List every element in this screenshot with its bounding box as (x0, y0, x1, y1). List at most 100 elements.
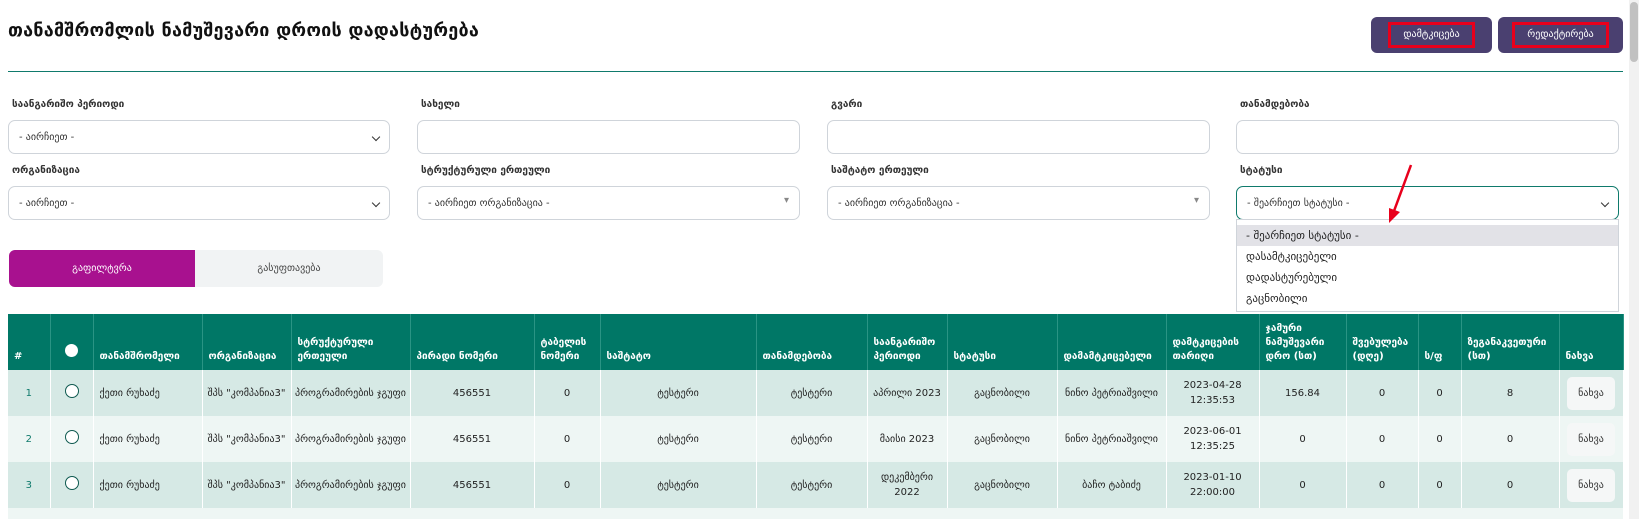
position-label: თანამდებობა (1240, 99, 1310, 110)
employee-cell: ქეთი რუხაძე (93, 416, 203, 462)
period-cell: აპრილი 2023 (867, 370, 948, 416)
tab-number-cell: 0 (534, 416, 601, 462)
edit-button[interactable]: რედაქტირება (1498, 17, 1623, 53)
status-select[interactable]: - შეარჩიეთ სტატუსი - (1236, 186, 1619, 220)
personal-number-cell: 456551 (410, 462, 535, 508)
overtime-cell: 0 (1461, 416, 1560, 462)
col-position: თანამდებობა (756, 314, 868, 370)
page-scrollbar[interactable] (1629, 0, 1639, 519)
staff-cell: ტესტერი (600, 416, 757, 462)
staff-cell: ტესტერი (600, 370, 757, 416)
approval-date-cell: 2023-06-01 12:35:25 (1166, 416, 1260, 462)
view-cell: ნახვა (1559, 416, 1624, 462)
row-select-radio[interactable] (64, 383, 79, 398)
select-all-radio[interactable] (64, 344, 78, 357)
period-select[interactable]: - აირჩიეთ - (8, 120, 390, 154)
organization-select[interactable]: - აირჩიეთ - (8, 186, 390, 220)
view-button[interactable]: ნახვა (1567, 376, 1615, 410)
header-divider (8, 71, 1623, 72)
vacation-cell: 0 (1346, 462, 1419, 508)
position-cell: ტესტერი (756, 416, 868, 462)
col-organization: ორგანიზაცია (202, 314, 292, 370)
col-sick: ს/ფ (1418, 314, 1462, 370)
period-label: საანგარიშო პერიოდი (12, 99, 125, 110)
filter-button-label: გაფილტვრა (72, 263, 132, 274)
approve-button-label: დამტკიცება (1388, 22, 1475, 48)
col-overtime: ზეგანაკვეთური (სთ) (1461, 314, 1560, 370)
position-cell: ტესტერი (756, 462, 868, 508)
organization-cell: შპს "კომპანია3" (202, 462, 292, 508)
col-select[interactable] (50, 314, 94, 370)
period-cell: დეკემბერი 2022 (867, 462, 948, 508)
row-index: 3 (8, 462, 51, 508)
staff-unit-label: საშტატო ერთეული (831, 165, 929, 176)
staff-unit-select[interactable]: - აირჩიეთ ორგანიზაცია - (827, 186, 1210, 220)
col-total-hours: ჯამური ნამუშევარი დრო (სთ) (1259, 314, 1347, 370)
col-tab-number: ტაბელის ნომერი (534, 314, 601, 370)
name-input[interactable] (417, 120, 800, 154)
status-option[interactable]: გაცნობილი (1237, 288, 1618, 309)
structural-unit-select[interactable]: - აირჩიეთ ორგანიზაცია - (417, 186, 800, 220)
row-select-cell (50, 462, 94, 508)
row-index: 2 (8, 416, 51, 462)
overtime-cell: 0 (1461, 462, 1560, 508)
personal-number-cell: 456551 (410, 416, 535, 462)
filter-button[interactable]: გაფილტვრა (9, 250, 195, 287)
table-row (8, 508, 1624, 519)
col-staff: საშტატო (600, 314, 757, 370)
employee-cell: ქეთი რუხაძე (93, 462, 203, 508)
tab-number-cell: 0 (534, 370, 601, 416)
staff-cell: ტესტერი (600, 462, 757, 508)
partial-row-cell (8, 508, 1624, 519)
overtime-cell: 8 (1461, 370, 1560, 416)
edit-button-label: რედაქტირება (1512, 22, 1609, 48)
status-option[interactable]: დასამტკიცებელი (1237, 246, 1618, 267)
clear-button-label: გასუფთავება (257, 263, 321, 274)
view-cell: ნახვა (1559, 462, 1624, 508)
status-label: სტატუსი (1240, 165, 1283, 176)
organization-cell: შპს "კომპანია3" (202, 416, 292, 462)
approval-date-cell: 2023-01-10 22:00:00 (1166, 462, 1260, 508)
col-personal-number: პირადი ნომერი (410, 314, 535, 370)
structural-unit-cell: პროგრამირების ჯგუფი (291, 462, 411, 508)
status-option[interactable]: დადასტურებული (1237, 267, 1618, 288)
status-dropdown: - შეარჩიეთ სტატუსი - დასამტკიცებელი დადა… (1236, 219, 1619, 312)
surname-label: გვარი (831, 99, 863, 110)
view-button[interactable]: ნახვა (1567, 422, 1615, 456)
surname-input[interactable] (827, 120, 1210, 154)
approver-cell: ნინო პეტრიაშვილი (1057, 416, 1167, 462)
row-select-radio[interactable] (64, 475, 79, 490)
col-index: # (8, 314, 51, 370)
employee-cell: ქეთი რუხაძე (93, 370, 203, 416)
vacation-cell: 0 (1346, 370, 1419, 416)
total-hours-cell: 0 (1259, 462, 1347, 508)
col-structural-unit: სტრუქტურული ერთეული (291, 314, 411, 370)
table-row: 2 ქეთი რუხაძე შპს "კომპანია3" პროგრამირე… (8, 416, 1624, 462)
structural-unit-label: სტრუქტურული ერთეული (421, 165, 551, 176)
approve-button[interactable]: დამტკიცება (1371, 17, 1492, 53)
table-row: 1 ქეთი რუხაძე შპს "კომპანია3" პროგრამირე… (8, 370, 1624, 416)
organization-label: ორგანიზაცია (12, 165, 80, 176)
table-row: 3 ქეთი რუხაძე შპს "კომპანია3" პროგრამირე… (8, 462, 1624, 508)
scrollbar-thumb[interactable] (1630, 2, 1638, 62)
status-cell: გაცნობილი (947, 462, 1058, 508)
col-period: საანგარიშო პერიოდი (867, 314, 948, 370)
tab-number-cell: 0 (534, 462, 601, 508)
structural-unit-cell: პროგრამირების ჯგუფი (291, 370, 411, 416)
view-cell: ნახვა (1559, 370, 1624, 416)
structural-unit-cell: პროგრამირების ჯგუფი (291, 416, 411, 462)
col-status: სტატუსი (947, 314, 1058, 370)
vacation-cell: 0 (1346, 416, 1419, 462)
row-index: 1 (8, 370, 51, 416)
col-view: ნახვა (1559, 314, 1624, 370)
total-hours-cell: 0 (1259, 416, 1347, 462)
total-hours-cell: 156.84 (1259, 370, 1347, 416)
position-input[interactable] (1236, 120, 1619, 154)
view-button[interactable]: ნახვა (1567, 468, 1615, 502)
clear-button[interactable]: გასუფთავება (195, 250, 383, 287)
col-employee: თანამშრომელი (93, 314, 203, 370)
row-select-radio[interactable] (64, 429, 79, 444)
status-option[interactable]: - შეარჩიეთ სტატუსი - (1237, 225, 1618, 246)
status-cell: გაცნობილი (947, 416, 1058, 462)
sick-cell: 0 (1418, 462, 1462, 508)
